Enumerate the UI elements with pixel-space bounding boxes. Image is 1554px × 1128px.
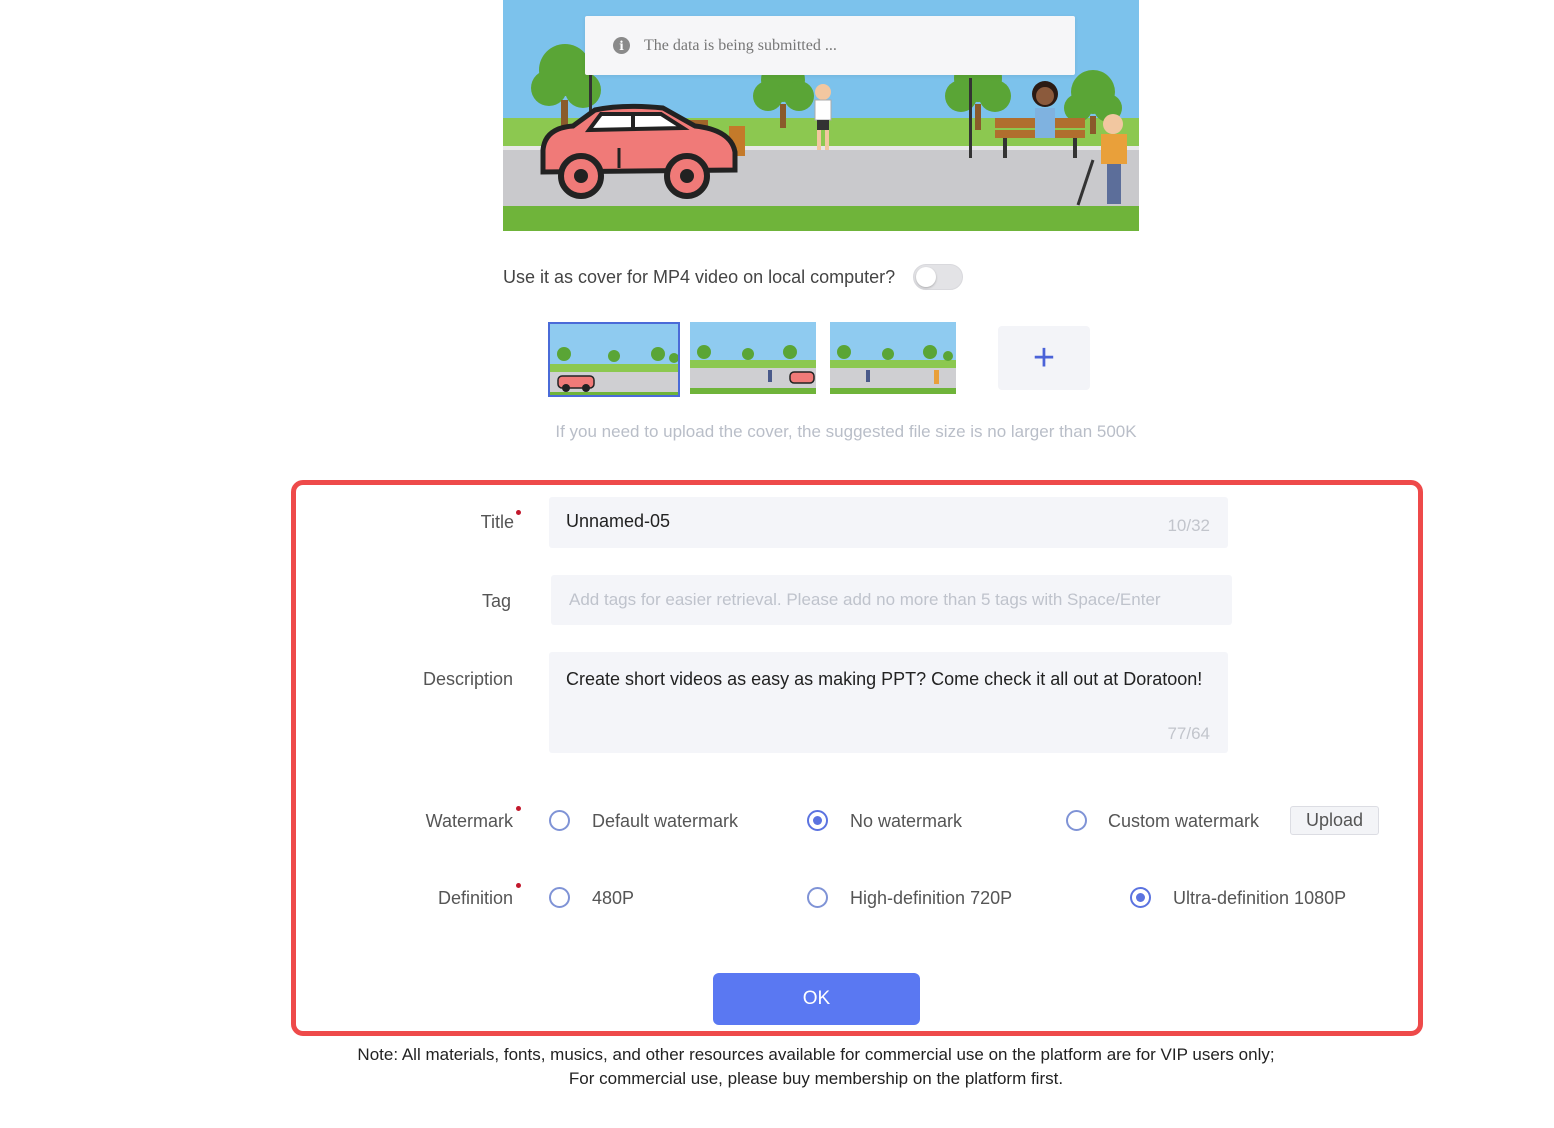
submitting-toast: i The data is being submitted ... [585, 16, 1075, 75]
definition-480p-label[interactable]: 480P [592, 888, 634, 909]
definition-1080p-radio[interactable] [1130, 887, 1151, 908]
add-cover-button[interactable]: + [998, 326, 1090, 390]
toast-message: The data is being submitted ... [644, 36, 837, 54]
plus-icon: + [1032, 336, 1056, 379]
title-value: Unnamed-05 [566, 511, 671, 531]
description-value: Create short videos as easy as making PP… [566, 669, 1203, 689]
watermark-custom-radio[interactable] [1066, 810, 1087, 831]
ok-button[interactable]: OK [713, 973, 920, 1025]
definition-label: Definition [437, 888, 513, 908]
definition-480p-radio[interactable] [549, 887, 570, 908]
definition-1080p-label[interactable]: Ultra-definition 1080P [1173, 888, 1346, 909]
cover-thumbnail-3[interactable] [830, 322, 956, 394]
upload-watermark-button[interactable]: Upload [1290, 806, 1379, 835]
tag-placeholder: Add tags for easier retrieval. Please ad… [569, 590, 1161, 609]
cover-question-label: Use it as cover for MP4 video on local c… [503, 266, 896, 287]
cover-preview-image: i The data is being submitted ... [503, 0, 1139, 231]
info-icon: i [613, 37, 630, 54]
commercial-use-note-line2: For commercial use, please buy membershi… [568, 1069, 1064, 1088]
watermark-label: Watermark [425, 811, 513, 831]
watermark-default-label[interactable]: Default watermark [592, 811, 738, 832]
watermark-custom-label[interactable]: Custom watermark [1108, 811, 1259, 832]
cover-option-row: Use it as cover for MP4 video on local c… [503, 262, 964, 292]
definition-720p-radio[interactable] [807, 887, 828, 908]
cover-thumbnail-2[interactable] [690, 322, 816, 394]
tag-input[interactable]: Add tags for easier retrieval. Please ad… [551, 575, 1232, 625]
cover-size-hint: If you need to upload the cover, the sug… [555, 422, 1137, 441]
watermark-default-radio[interactable] [549, 810, 570, 831]
tag-label: Tag [481, 591, 511, 611]
use-as-cover-toggle[interactable] [913, 264, 964, 290]
watermark-none-label[interactable]: No watermark [850, 811, 962, 832]
required-marker [516, 806, 521, 811]
cover-thumbnail-1[interactable] [548, 322, 680, 397]
toggle-knob [916, 267, 937, 287]
required-marker [516, 883, 521, 888]
definition-720p-label[interactable]: High-definition 720P [850, 888, 1012, 909]
description-textarea[interactable]: Create short videos as easy as making PP… [549, 652, 1228, 753]
commercial-use-note-line1: Note: All materials, fonts, musics, and … [357, 1045, 1275, 1064]
required-marker [516, 510, 521, 515]
description-char-counter: 77/64 [1167, 724, 1210, 743]
watermark-none-radio[interactable] [807, 810, 828, 831]
title-input[interactable]: Unnamed-05 10/32 [549, 497, 1228, 548]
export-settings-highlight [291, 480, 1423, 1036]
title-label: Title [480, 512, 514, 532]
description-label: Description [422, 669, 513, 689]
title-char-counter: 10/32 [1167, 516, 1210, 535]
